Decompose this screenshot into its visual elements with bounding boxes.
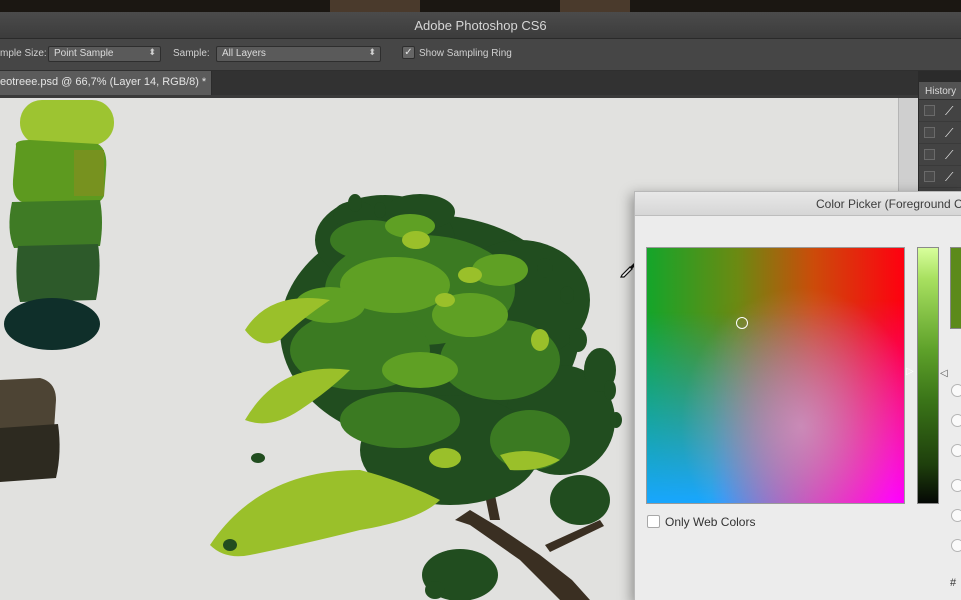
select-arrows-icon: ⬍ <box>368 47 376 57</box>
brush-icon: ⟋ <box>945 126 954 140</box>
new-color-swatch <box>950 247 961 329</box>
brush-icon: ⟋ <box>945 104 954 118</box>
history-panel-title[interactable]: History <box>919 82 961 100</box>
sample-size-select[interactable]: Point Sample ⬍ <box>48 46 161 62</box>
sample-select[interactable]: All Layers ⬍ <box>216 46 381 62</box>
document-tab-bar: eotreee.psd @ 66,7% (Layer 14, RGB/8) * <box>0 71 918 95</box>
window-title: Adobe Photoshop CS6 <box>414 18 547 33</box>
select-arrows-icon: ⬍ <box>148 47 156 57</box>
history-snapshot-checkbox[interactable] <box>924 171 935 182</box>
document-tab[interactable]: eotreee.psd @ 66,7% (Layer 14, RGB/8) * <box>0 71 212 95</box>
sample-value: All Layers <box>222 48 266 59</box>
history-snapshot-checkbox[interactable] <box>924 127 935 138</box>
radio-hue[interactable] <box>951 384 961 397</box>
color-picker-dialog: Color Picker (Foreground Color) ▷ ◁ # On… <box>634 191 961 600</box>
history-snapshot-checkbox[interactable] <box>924 105 935 116</box>
history-row[interactable]: ⟋ <box>919 144 961 166</box>
hue-slider[interactable] <box>917 247 939 504</box>
radio-brightness[interactable] <box>951 444 961 457</box>
radio-blue[interactable] <box>951 539 961 552</box>
radio-green[interactable] <box>951 509 961 522</box>
sample-label: Sample: <box>173 48 210 59</box>
sample-size-value: Point Sample <box>54 48 114 59</box>
slider-left-arrow-icon[interactable]: ▷ <box>906 366 914 377</box>
color-palette-strokes <box>0 100 114 482</box>
show-sampling-ring-checkbox[interactable]: ✓ <box>402 46 415 59</box>
brush-icon: ⟋ <box>945 148 954 162</box>
brush-icon: ⟋ <box>945 170 954 184</box>
history-snapshot-checkbox[interactable] <box>924 149 935 160</box>
history-row[interactable]: ⟋ <box>919 166 961 188</box>
color-picker-title: Color Picker (Foreground Color) <box>635 192 961 216</box>
color-selection-ring[interactable] <box>736 317 748 329</box>
color-field[interactable] <box>646 247 905 504</box>
hex-label: # <box>950 577 957 589</box>
only-web-colors[interactable]: Only Web Colors <box>647 514 847 530</box>
title-bar: Adobe Photoshop CS6 <box>0 12 961 39</box>
radio-red[interactable] <box>951 479 961 492</box>
options-bar: mple Size: Point Sample ⬍ Sample: All La… <box>0 39 961 71</box>
sample-size-label: mple Size: <box>0 48 47 59</box>
slider-right-arrow-icon[interactable]: ◁ <box>940 368 948 379</box>
history-row[interactable]: ⟋ <box>919 122 961 144</box>
show-sampling-ring-label: Show Sampling Ring <box>419 48 512 59</box>
only-web-colors-checkbox[interactable] <box>647 515 660 528</box>
history-row[interactable]: ⟋ <box>919 100 961 122</box>
desktop-strip <box>0 0 961 12</box>
only-web-colors-label: Only Web Colors <box>665 515 756 529</box>
radio-saturation[interactable] <box>951 414 961 427</box>
